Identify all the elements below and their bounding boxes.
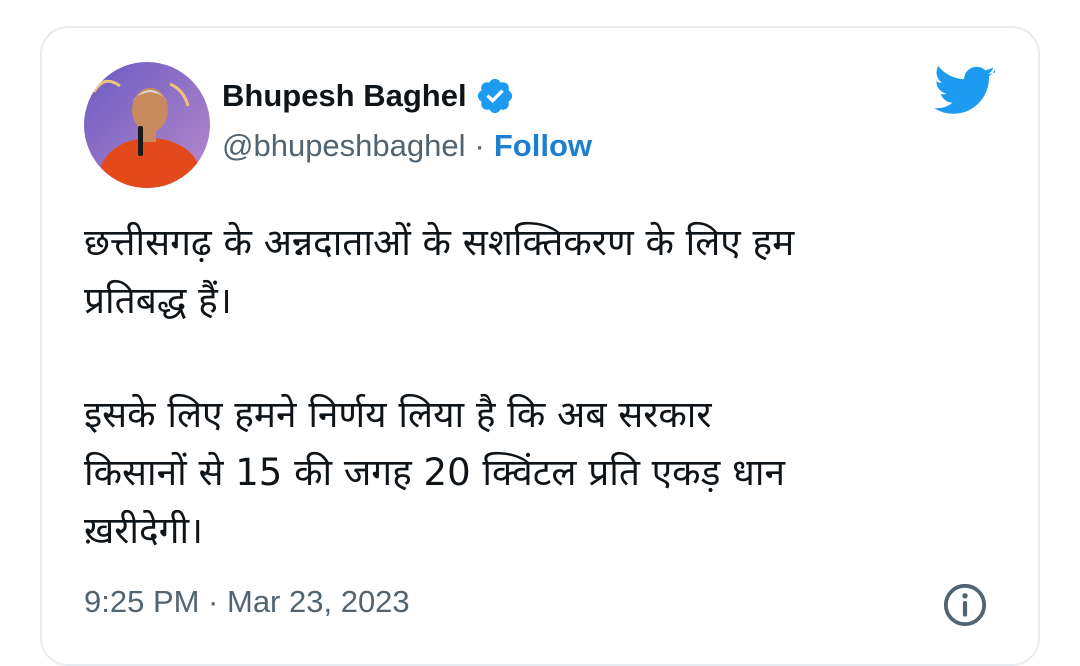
tweet-paragraph: छत्तीसगढ़ के अन्नदाताओं के सशक्तिकरण के … xyxy=(84,214,984,330)
tweet-line: छत्तीसगढ़ के अन्नदाताओं के सशक्तिकरण के … xyxy=(84,221,795,264)
author-handle[interactable]: @bhupeshbaghel xyxy=(222,128,466,164)
tweet-line: ख़रीदेगी। xyxy=(84,509,204,552)
separator-dot: · xyxy=(474,128,485,163)
follow-button[interactable]: Follow xyxy=(494,128,592,164)
tweet-line: इसके लिए हमने निर्णय लिया है कि अब सरकार xyxy=(84,393,712,436)
tweet-text: छत्तीसगढ़ के अन्नदाताओं के सशक्तिकरण के … xyxy=(84,214,984,560)
tweet-line: प्रतिबद्ध हैं। xyxy=(84,279,232,322)
handle-row: @bhupeshbaghel · Follow xyxy=(222,128,592,164)
tweet-timestamp[interactable]: 9:25 PM · Mar 23, 2023 xyxy=(84,584,410,620)
tweet-paragraph: इसके लिए हमने निर्णय लिया है कि अब सरकार… xyxy=(84,386,984,560)
avatar[interactable] xyxy=(84,62,210,188)
tweet-line: किसानों से 15 की जगह 20 क्विंटल प्रति एक… xyxy=(84,451,785,494)
tweet-card: Bhupesh Baghel @bhupeshbaghel · Follow छ… xyxy=(40,26,1040,666)
author-name[interactable]: Bhupesh Baghel xyxy=(222,78,467,114)
avatar-image xyxy=(84,62,210,188)
author-name-row: Bhupesh Baghel xyxy=(222,76,515,116)
twitter-bird-icon[interactable] xyxy=(934,66,996,118)
info-icon[interactable] xyxy=(942,582,988,628)
verified-badge-icon xyxy=(477,78,512,114)
